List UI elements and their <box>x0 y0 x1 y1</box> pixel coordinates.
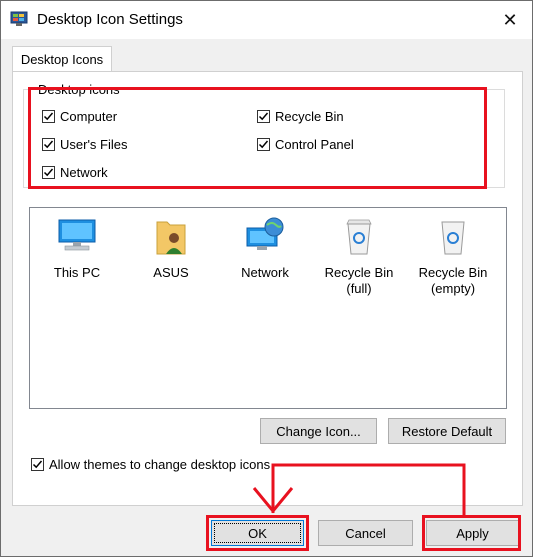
icon-item-recycle-bin-empty[interactable]: Recycle Bin (empty) <box>408 216 498 297</box>
dialog-window: Desktop Icon Settings ✕ Desktop Icons De… <box>0 0 533 557</box>
restore-default-button[interactable]: Restore Default <box>388 418 506 444</box>
icon-item-network[interactable]: Network <box>220 216 310 281</box>
icon-label: Recycle Bin (empty) <box>418 265 488 296</box>
checkmark-icon <box>43 140 54 149</box>
checkbox-box[interactable] <box>42 166 55 179</box>
tab-desktop-icons[interactable]: Desktop Icons <box>12 46 112 72</box>
checkbox-users-files[interactable]: User's Files <box>42 137 128 152</box>
icon-item-asus[interactable]: ASUS <box>126 216 216 281</box>
desktop-settings-icon <box>10 11 28 26</box>
icon-label: This PC <box>53 265 101 280</box>
checkbox-box[interactable] <box>257 138 270 151</box>
checkbox-label: Allow themes to change desktop icons <box>49 457 271 472</box>
ok-button[interactable]: OK <box>211 520 304 546</box>
close-icon: ✕ <box>502 9 518 30</box>
tab-label: Desktop Icons <box>20 52 104 67</box>
checkbox-allow-themes[interactable]: Allow themes to change desktop icons <box>31 457 270 472</box>
checkbox-label: Recycle Bin <box>275 109 344 124</box>
change-icon-button[interactable]: Change Icon... <box>260 418 377 444</box>
checkbox-label: Computer <box>60 109 118 124</box>
checkbox-label: Control Panel <box>275 137 354 152</box>
icon-list[interactable]: This PC ASUS Network Recycle Bin (full) … <box>29 207 507 409</box>
icon-item-this-pc[interactable]: This PC <box>32 216 122 281</box>
icon-label: Network <box>241 265 289 280</box>
checkbox-recycle-bin[interactable]: Recycle Bin <box>257 109 344 124</box>
checkbox-label: Network <box>60 165 108 180</box>
icon-label: Recycle Bin (full) <box>324 265 394 296</box>
network-icon <box>246 217 284 250</box>
close-button[interactable]: ✕ <box>488 1 532 39</box>
group-label: Desktop icons <box>36 82 122 97</box>
icon-item-recycle-bin-full[interactable]: Recycle Bin (full) <box>314 216 404 297</box>
checkmark-icon <box>258 140 269 149</box>
apply-button[interactable]: Apply <box>426 520 519 546</box>
checkbox-box[interactable] <box>42 110 55 123</box>
computer-icon <box>58 219 96 251</box>
focus-rect <box>214 523 301 543</box>
window-title: Desktop Icon Settings <box>37 11 183 28</box>
title-bar[interactable]: Desktop Icon Settings ✕ <box>1 1 532 39</box>
checkmark-icon <box>258 112 269 121</box>
checkbox-computer[interactable]: Computer <box>42 109 117 124</box>
cancel-button[interactable]: Cancel <box>318 520 413 546</box>
checkbox-network[interactable]: Network <box>42 165 108 180</box>
user-folder-icon <box>156 221 186 255</box>
checkmark-icon <box>43 168 54 177</box>
checkbox-box[interactable] <box>31 458 44 471</box>
icon-label: ASUS <box>153 265 189 280</box>
recycle-bin-empty-icon <box>441 221 465 255</box>
checkmark-icon <box>43 112 54 121</box>
recycle-bin-full-icon <box>346 219 372 255</box>
checkbox-box[interactable] <box>257 110 270 123</box>
checkbox-box[interactable] <box>42 138 55 151</box>
checkbox-control-panel[interactable]: Control Panel <box>257 137 354 152</box>
checkbox-label: User's Files <box>60 137 128 152</box>
checkmark-icon <box>32 460 43 469</box>
